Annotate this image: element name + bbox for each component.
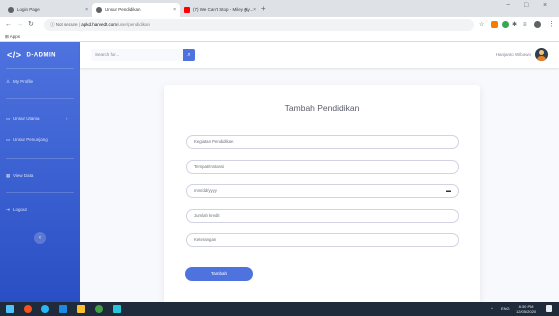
security-label: Not secure — [55, 22, 78, 27]
search-icon: ⌕ — [187, 52, 191, 58]
user-icon: ♙ — [6, 79, 11, 84]
sidebar-item-logout[interactable]: ⇥ Logout — [6, 206, 27, 214]
tempat-instansi-input[interactable]: Tempat/Instansi — [186, 160, 459, 174]
browser-tab-login[interactable]: Login Page × — [4, 3, 92, 17]
field-placeholder: Kegiatan Pendidikan — [194, 139, 234, 144]
kegiatan-pendidikan-input[interactable]: Kegiatan Pendidikan — [186, 135, 459, 149]
field-placeholder: Keterangan — [194, 237, 217, 242]
tab-title: Unsur Pendidikan — [105, 7, 141, 12]
avatar[interactable] — [535, 48, 548, 61]
form-title: Tambah Pendidikan — [284, 103, 360, 113]
sidebar-item-label: Logout — [13, 207, 27, 212]
browser-tab-youtube[interactable]: (7) We Can't Stop - Miley Cy... 🔊 × — [180, 3, 260, 17]
info-icon[interactable]: ⓘ — [50, 22, 55, 27]
browser-app-icon[interactable] — [24, 305, 32, 313]
new-tab-button[interactable]: + — [261, 3, 266, 15]
tambah-button[interactable]: Tambah — [185, 267, 253, 281]
address-bar[interactable]: ⓘ Not secure | apkd.harvedt.com/user/pen… — [44, 19, 474, 31]
puzzle-icon[interactable]: ✱ — [512, 20, 517, 30]
profile-icon[interactable] — [534, 21, 541, 28]
keterangan-input[interactable]: Keterangan — [186, 233, 459, 247]
sidebar-item-label: Unsur Penunjang — [13, 137, 48, 142]
close-icon[interactable]: × — [173, 3, 176, 17]
avatar-face — [539, 50, 544, 55]
sidebar-divider — [6, 192, 74, 193]
sidebar-item-unsur-utama[interactable]: ▭ Unsur Utama › — [6, 115, 68, 123]
reading-list-icon[interactable]: ≡ — [523, 20, 527, 30]
language-indicator[interactable]: ENG — [501, 306, 510, 311]
tray-arrow-icon[interactable]: ^ — [491, 306, 493, 311]
close-window-button[interactable]: × — [543, 2, 547, 9]
sidebar-item-unsur-penunjang[interactable]: ▭ Unsur Penunjang — [6, 136, 48, 144]
url-host: apkd.harvedt.com — [81, 22, 117, 27]
brand-name: D-ADMIN — [26, 52, 57, 59]
sidebar-item-my-profile[interactable]: ♙ My Profile — [6, 78, 33, 86]
tab-title: Login Page — [17, 7, 40, 12]
clock-date: 12/05/2020 — [516, 309, 537, 314]
url-path: /user/pendidikan — [117, 22, 151, 27]
field-placeholder: Tempat/Instansi — [194, 164, 225, 169]
chevron-left-icon: ‹ — [39, 235, 41, 241]
date-input[interactable]: mm/dd/yyyy ▬ — [186, 184, 459, 198]
menu-icon[interactable]: ⋮ — [548, 20, 555, 30]
globe-icon — [8, 7, 14, 13]
folder-icon: ▭ — [6, 137, 11, 142]
bookmark-apps[interactable]: Apps — [10, 34, 20, 39]
app-icon[interactable] — [113, 305, 121, 313]
sidebar-item-view-data[interactable]: ▦ View Data — [6, 172, 33, 180]
field-placeholder: mm/dd/yyyy — [194, 188, 217, 193]
sidebar-toggle-button[interactable]: ‹ — [34, 232, 46, 244]
page-content: </> D-ADMIN ♙ My Profile ▭ Unsur Utama › ▭ U… — [0, 42, 559, 303]
file-explorer-icon[interactable] — [77, 305, 85, 313]
globe-icon — [96, 7, 102, 13]
windows-start-icon[interactable] — [6, 305, 14, 313]
app-icon[interactable] — [59, 305, 67, 313]
youtube-icon — [184, 7, 190, 13]
search-button[interactable]: ⌕ — [183, 49, 195, 61]
topbar: Search for... ⌕ Hanjanto Wibowo — [80, 42, 559, 68]
browser-tab-unsur-pendidikan[interactable]: Unsur Pendidikan × — [92, 3, 180, 17]
code-logo-icon: </> — [7, 50, 22, 60]
field-placeholder: Jumlah kredit — [194, 213, 220, 218]
star-icon[interactable]: ☆ — [479, 20, 484, 30]
notification-icon[interactable] — [546, 305, 552, 312]
chevron-right-icon: › — [66, 116, 68, 121]
browser-tabstrip: Login Page × Unsur Pendidikan × (7) We C… — [0, 0, 559, 17]
screen: Login Page × Unsur Pendidikan × (7) We C… — [0, 0, 559, 316]
forward-icon[interactable]: → — [16, 20, 23, 30]
search-input[interactable]: Search for... — [91, 49, 183, 61]
extension-icon[interactable] — [491, 21, 498, 28]
form-card: Tambah Pendidikan Kegiatan Pendidikan Te… — [164, 85, 480, 303]
bookmarks-bar: ⊞ Apps — [0, 33, 559, 42]
clock[interactable]: 8:30 PM 12/05/2020 — [516, 304, 536, 314]
user-name[interactable]: Hanjanto Wibowo — [496, 50, 531, 60]
sidebar-brand[interactable]: </> D-ADMIN — [7, 48, 56, 62]
close-icon[interactable]: × — [253, 3, 256, 17]
sidebar-divider — [6, 158, 74, 159]
search-placeholder: Search for... — [95, 52, 120, 57]
maximize-button[interactable]: □ — [524, 2, 528, 9]
browser-toolbar: ← → ↻ ⓘ Not secure | apkd.harvedt.com/us… — [0, 17, 559, 33]
avatar-body — [537, 56, 546, 61]
calendar-icon[interactable]: ▬ — [446, 185, 451, 197]
sidebar-item-label: View Data — [13, 173, 34, 178]
sidebar-divider — [6, 98, 74, 99]
logout-icon: ⇥ — [6, 207, 10, 212]
windows-taskbar: ^ ENG 8:30 PM 12/05/2020 — [0, 302, 559, 316]
sidebar: </> D-ADMIN ♙ My Profile ▭ Unsur Utama › ▭ U… — [0, 42, 80, 302]
chrome-app-icon[interactable] — [95, 305, 103, 313]
minimize-button[interactable]: − — [506, 2, 510, 9]
reload-icon[interactable]: ↻ — [28, 20, 34, 30]
jumlah-kredit-input[interactable]: Jumlah kredit — [186, 209, 459, 223]
sidebar-item-label: My Profile — [13, 79, 34, 84]
speaker-icon[interactable]: 🔊 — [244, 3, 249, 17]
folder-icon: ▭ — [6, 116, 11, 121]
back-icon[interactable]: ← — [5, 20, 12, 30]
extension-icon[interactable] — [502, 21, 509, 28]
close-icon[interactable]: × — [85, 3, 88, 17]
sidebar-item-label: Unsur Utama — [13, 116, 40, 121]
table-icon: ▦ — [6, 173, 11, 178]
edge-app-icon[interactable] — [41, 305, 49, 313]
sidebar-divider — [6, 68, 74, 69]
